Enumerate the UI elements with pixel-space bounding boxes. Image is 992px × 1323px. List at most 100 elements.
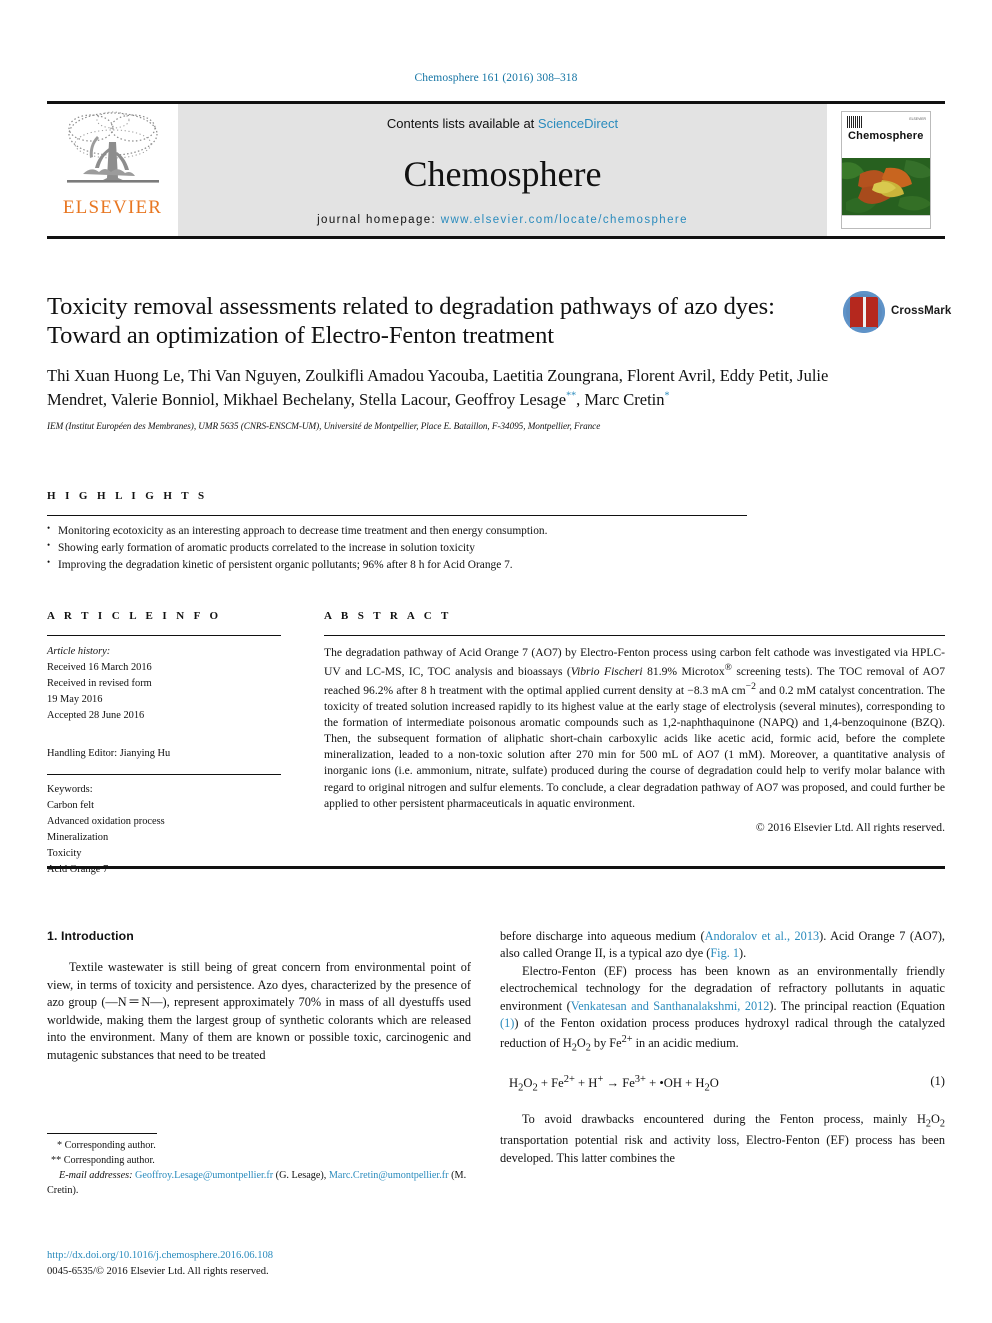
subscript: 2	[939, 1118, 945, 1130]
cover-journal-title: Chemosphere	[848, 130, 924, 142]
journal-article-page: Chemosphere 161 (2016) 308–318 ELSEVIER …	[0, 0, 992, 1323]
abstract-sup-registered: ®	[724, 662, 732, 674]
journal-homepage-link[interactable]: www.elsevier.com/locate/chemosphere	[441, 214, 688, 226]
abstract-heading: A B S T R A C T	[324, 610, 452, 622]
abstract-copyright: © 2016 Elsevier Ltd. All rights reserved…	[755, 820, 945, 834]
author-list: Thi Xuan Huong Le, Thi Van Nguyen, Zoulk…	[47, 364, 837, 411]
email-owner-1: (G. Lesage),	[275, 1169, 327, 1181]
text-run: To avoid drawbacks encountered during th…	[522, 1112, 926, 1127]
equation-number: (1)	[930, 1073, 945, 1088]
keywords-block: Keywords: Carbon felt Advanced oxidation…	[47, 775, 281, 877]
footnotes-block: * Corresponding author. ** Corresponding…	[47, 1133, 471, 1199]
superscript: 2+	[621, 1033, 633, 1045]
footnote-rule	[47, 1133, 157, 1134]
highlights-list: Monitoring ecotoxicity as an interesting…	[47, 516, 747, 573]
abstract-text: The degradation pathway of Acid Orange 7…	[324, 636, 945, 812]
sciencedirect-link[interactable]: ScienceDirect	[538, 116, 618, 131]
issn-copyright-line: 0045-6535/© 2016 Elsevier Ltd. All right…	[47, 1265, 269, 1277]
contents-available-line: Contents lists available at ScienceDirec…	[387, 116, 618, 131]
paragraph: Textile wastewater is still being of gre…	[47, 960, 471, 1062]
history-line: Accepted 28 June 2016	[47, 709, 145, 721]
history-line: 19 May 2016	[47, 693, 103, 705]
footnote-mark-1: *	[57, 1140, 63, 1151]
footnote-text-2: Corresponding author.	[63, 1154, 155, 1166]
equation-link[interactable]: (1)	[500, 1016, 514, 1030]
crossmark-badge[interactable]: CrossMark	[843, 291, 951, 337]
paragraph: before discharge into aqueous medium (An…	[500, 928, 945, 963]
elsevier-logo: ELSEVIER	[47, 104, 178, 236]
homepage-prefix: journal homepage:	[317, 214, 441, 226]
author-footnote-mark-2[interactable]: **	[566, 390, 576, 401]
article-info-heading: A R T I C L E I N F O	[47, 610, 222, 622]
text-run: ). The principal reaction (Equation	[769, 998, 946, 1013]
list-item: Monitoring ecotoxicity as an interesting…	[47, 522, 747, 540]
journal-title: Chemosphere	[403, 153, 602, 194]
text-run: ).	[739, 946, 747, 961]
running-head: Chemosphere 161 (2016) 308–318	[414, 72, 578, 84]
footnote-text-1: Corresponding author.	[64, 1140, 156, 1151]
equation-body: H2O2 + Fe2+ + H+ → Fe3+ + •OH + H2O	[509, 1073, 719, 1094]
cover-footer-band	[842, 215, 930, 228]
email-link-2[interactable]: Marc.Cretin@umontpellier.fr	[329, 1170, 449, 1181]
text-run: O	[576, 1035, 586, 1050]
figure-link[interactable]: Fig. 1	[710, 946, 739, 960]
crossmark-label: CrossMark	[891, 305, 952, 317]
journal-cover-thumbnail: ELSEVIER Chemosphere	[827, 104, 945, 236]
cover-barcode-icon	[847, 116, 863, 128]
footnote-emails: E-mail addresses: Geoffroy.Lesage@umontp…	[47, 1169, 471, 1199]
list-item: Improving the degradation kinetic of per…	[47, 556, 747, 574]
history-line: Received in revised form	[47, 677, 152, 689]
text-run: by Fe	[590, 1035, 622, 1050]
abstract-part-2: 81.9% Microtox	[642, 664, 725, 678]
contents-prefix: Contents lists available at	[386, 116, 538, 131]
section-divider-rule	[47, 866, 945, 869]
footnote-mark-2: **	[51, 1154, 62, 1166]
cover-corner-note: ELSEVIER	[909, 117, 926, 121]
abstract-section: A B S T R A C T The degradation pathway …	[324, 610, 945, 834]
highlights-heading: H I G H L I G H T S	[47, 490, 208, 502]
citation-link[interactable]: Venkatesan and Santhanalakshmi, 2012	[571, 999, 770, 1013]
doi-block: http://dx.doi.org/10.1016/j.chemosphere.…	[47, 1248, 471, 1280]
cover-photo	[842, 158, 930, 216]
keyword-item: Carbon felt	[47, 800, 95, 812]
elsevier-wordmark: ELSEVIER	[62, 197, 163, 218]
body-column-right: before discharge into aqueous medium (An…	[500, 928, 945, 1167]
paragraph: To avoid drawbacks encountered during th…	[500, 1111, 945, 1167]
keyword-item: Acid Orange 7	[47, 863, 109, 875]
equation-1: H2O2 + Fe2+ + H+ → Fe3+ + •OH + H2O (1)	[500, 1073, 945, 1097]
journal-masthead: ELSEVIER Contents lists available at Sci…	[47, 101, 945, 239]
email-link-1[interactable]: Geoffroy.Lesage@umontpellier.fr	[135, 1170, 273, 1181]
abstract-sup-exponent: −2	[745, 681, 756, 693]
highlights-section: H I G H L I G H T S Monitoring ecotoxici…	[47, 490, 747, 573]
abstract-italic-organism: Vibrio Fischeri	[570, 664, 643, 678]
text-run: O	[930, 1112, 940, 1127]
footnote-corresponding-1: * Corresponding author.	[47, 1139, 471, 1154]
cover-leaves-image	[842, 158, 930, 216]
text-run: transportation potential risk and activi…	[500, 1133, 945, 1165]
text-run: in an acidic medium.	[632, 1035, 739, 1050]
history-line: Received 16 March 2016	[47, 661, 152, 673]
keywords-label: Keywords:	[47, 784, 93, 796]
paragraph: Electro-Fenton (EF) process has been kno…	[500, 963, 945, 1056]
title-block: Toxicity removal assessments related to …	[47, 292, 837, 431]
keyword-item: Advanced oxidation process	[47, 816, 165, 828]
author-names-tail: , Marc Cretin	[576, 389, 665, 409]
author-names: Thi Xuan Huong Le, Thi Van Nguyen, Zoulk…	[47, 366, 829, 409]
page-title: Toxicity removal assessments related to …	[47, 293, 775, 350]
footnote-corresponding-2: ** Corresponding author.	[47, 1154, 471, 1169]
keyword-item: Mineralization	[47, 832, 109, 844]
email-addresses-label: E-mail addresses:	[59, 1169, 133, 1181]
article-history-label: Article history:	[47, 646, 111, 657]
doi-link[interactable]: http://dx.doi.org/10.1016/j.chemosphere.…	[47, 1248, 471, 1264]
article-history: Article history: Received 16 March 2016 …	[47, 636, 281, 761]
citation-link[interactable]: Andoralov et al., 2013	[705, 929, 820, 943]
handling-editor: Handling Editor: Jianying Hu	[47, 747, 171, 759]
elsevier-tree-icon	[66, 111, 159, 183]
author-footnote-mark-1[interactable]: *	[665, 390, 670, 401]
list-item: Showing early formation of aromatic prod…	[47, 539, 747, 557]
text-run: before discharge into aqueous medium (	[500, 929, 705, 943]
journal-homepage-line: journal homepage: www.elsevier.com/locat…	[317, 214, 688, 226]
keyword-item: Toxicity	[47, 848, 82, 860]
crossmark-icon	[843, 291, 885, 333]
